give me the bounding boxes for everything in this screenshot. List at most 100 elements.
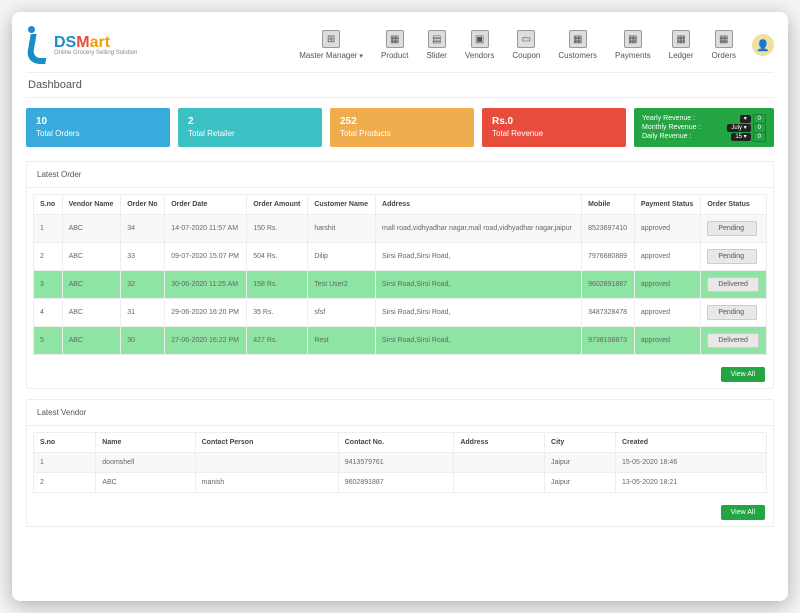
cell-date: 27-06-2020 16:22 PM	[165, 327, 247, 355]
cell-orderno: 34	[121, 215, 165, 243]
user-avatar[interactable]: 👤	[752, 34, 774, 56]
col-created: Created	[615, 433, 766, 453]
cell-contact_person: manish	[195, 473, 338, 493]
nav-slider[interactable]: ▤ Slider	[427, 30, 447, 60]
latest-order-panel: Latest Order S.no Vendor Name Order No O…	[26, 161, 774, 389]
cell-pstatus: approved	[634, 271, 701, 299]
cell-address: Sirsi Road,Sirsi Road,	[376, 299, 582, 327]
cell-vendor: ABC	[62, 271, 121, 299]
coupon-icon: ▭	[517, 30, 535, 48]
col-mobile: Mobile	[582, 195, 635, 215]
table-row[interactable]: 2ABCmanish9602891887Jaipur13-05-2020 18:…	[34, 473, 767, 493]
logo-icon	[26, 26, 50, 64]
col-customer: Customer Name	[308, 195, 376, 215]
cell-address	[454, 453, 545, 473]
payments-icon: ▦	[624, 30, 642, 48]
main-nav: ⊞ Master Manager ▦ Product ▤ Slider ▣ Ve…	[299, 30, 736, 60]
cell-customer: Test User2	[308, 271, 376, 299]
table-row[interactable]: 5ABC3027-06-2020 16:22 PM427 Rs.RestSirs…	[34, 327, 767, 355]
nav-product[interactable]: ▦ Product	[381, 30, 409, 60]
cell-mobile: 7976880889	[582, 243, 635, 271]
revenue-breakdown: Yearly Revenue : ▾ 0 Monthly Revenue : J…	[634, 108, 774, 147]
view-all-orders-button[interactable]: View All	[721, 367, 765, 382]
nav-master-manager[interactable]: ⊞ Master Manager	[299, 30, 363, 60]
table-row[interactable]: 4ABC3129-06-2020 16:20 PM35 Rs.sfsfSirsi…	[34, 299, 767, 327]
order-status-button[interactable]: Pending	[707, 221, 757, 236]
cell-amount: 427 Rs.	[247, 327, 308, 355]
logo[interactable]: DSMart Online Grocery Selling Solution	[26, 26, 137, 64]
panel-title: Latest Order	[27, 162, 773, 188]
order-status-button[interactable]: Pending	[707, 305, 757, 320]
nav-coupon[interactable]: ▭ Coupon	[512, 30, 540, 60]
nav-payments[interactable]: ▦ Payments	[615, 30, 651, 60]
vendors-table: S.no Name Contact Person Contact No. Add…	[33, 432, 767, 493]
cell-contact_person	[195, 453, 338, 473]
cell-sno: 5	[34, 327, 63, 355]
monthly-revenue-label: Monthly Revenue :	[642, 124, 700, 131]
table-row[interactable]: 3ABC3230-06-2020 11:25 AM158 Rs.Test Use…	[34, 271, 767, 299]
yearly-revenue-label: Yearly Revenue :	[642, 115, 695, 122]
cell-sno: 3	[34, 271, 63, 299]
nav-orders[interactable]: ▦ Orders	[712, 30, 736, 60]
cell-ostatus: Pending	[701, 299, 767, 327]
nav-ledger[interactable]: ▦ Ledger	[669, 30, 694, 60]
cell-customer: harshit	[308, 215, 376, 243]
stat-products[interactable]: 252 Total Products	[330, 108, 474, 147]
cell-vendor: ABC	[62, 327, 121, 355]
cell-city: Jaipur	[545, 453, 616, 473]
cell-customer: Dilip	[308, 243, 376, 271]
yearly-select[interactable]: ▾	[740, 115, 751, 123]
view-all-vendors-button[interactable]: View All	[721, 505, 765, 520]
grid-icon: ⊞	[322, 30, 340, 48]
cell-pstatus: approved	[634, 243, 701, 271]
table-row[interactable]: 2ABC3309-07-2020 15:07 PM504 Rs.DilipSir…	[34, 243, 767, 271]
orders-table: S.no Vendor Name Order No Order Date Ord…	[33, 194, 767, 355]
stat-retailer[interactable]: 2 Total Retailer	[178, 108, 322, 147]
cell-amount: 35 Rs.	[247, 299, 308, 327]
stat-orders[interactable]: 10 Total Orders	[26, 108, 170, 147]
cell-address: Sirsi Road,Sirsi Road,	[376, 243, 582, 271]
cell-name: doomshell	[96, 453, 195, 473]
slider-icon: ▤	[428, 30, 446, 48]
cell-vendor: ABC	[62, 215, 121, 243]
cell-name: ABC	[96, 473, 195, 493]
cell-address: mall road,vidhyadhar nagar,mall road,vid…	[376, 215, 582, 243]
cell-mobile: 9602891887	[582, 271, 635, 299]
daily-revenue-label: Daily Revenue :	[642, 133, 691, 140]
latest-vendor-panel: Latest Vendor S.no Name Contact Person C…	[26, 399, 774, 527]
cell-vendor: ABC	[62, 299, 121, 327]
table-row[interactable]: 1ABC3414-07-2020 11:57 AM150 Rs.harshitm…	[34, 215, 767, 243]
cell-mobile: 3487328478	[582, 299, 635, 327]
col-city: City	[545, 433, 616, 453]
col-contact-person: Contact Person	[195, 433, 338, 453]
col-pstatus: Payment Status	[634, 195, 701, 215]
day-select[interactable]: 15 ▾	[731, 133, 750, 141]
nav-customers[interactable]: ▦ Customers	[558, 30, 597, 60]
orders-icon: ▦	[715, 30, 733, 48]
month-select[interactable]: July ▾	[727, 124, 750, 132]
stat-revenue[interactable]: Rs.0 Total Revenue	[482, 108, 626, 147]
order-status-button[interactable]: Delivered	[707, 333, 759, 348]
cell-customer: sfsf	[308, 299, 376, 327]
col-sno: S.no	[34, 195, 63, 215]
order-status-button[interactable]: Pending	[707, 249, 757, 264]
header-bar: DSMart Online Grocery Selling Solution ⊞…	[26, 26, 774, 64]
cell-sno: 1	[34, 215, 63, 243]
cell-ostatus: Pending	[701, 215, 767, 243]
cell-city: Jaipur	[545, 473, 616, 493]
cell-sno: 2	[34, 473, 96, 493]
cell-pstatus: approved	[634, 299, 701, 327]
cell-address: Sirsi Road,Sirsi Road,	[376, 327, 582, 355]
logo-text: DSMart	[54, 34, 110, 51]
vendors-icon: ▣	[471, 30, 489, 48]
col-address: Address	[376, 195, 582, 215]
order-status-button[interactable]: Delivered	[707, 277, 759, 292]
table-row[interactable]: 1doomshell9413579761Jaipur15-05-2020 18:…	[34, 453, 767, 473]
cell-ostatus: Pending	[701, 243, 767, 271]
cell-date: 29-06-2020 16:20 PM	[165, 299, 247, 327]
cell-date: 30-06-2020 11:25 AM	[165, 271, 247, 299]
nav-vendors[interactable]: ▣ Vendors	[465, 30, 494, 60]
cell-mobile: 9738108873	[582, 327, 635, 355]
cell-date: 09-07-2020 15:07 PM	[165, 243, 247, 271]
cell-pstatus: approved	[634, 327, 701, 355]
